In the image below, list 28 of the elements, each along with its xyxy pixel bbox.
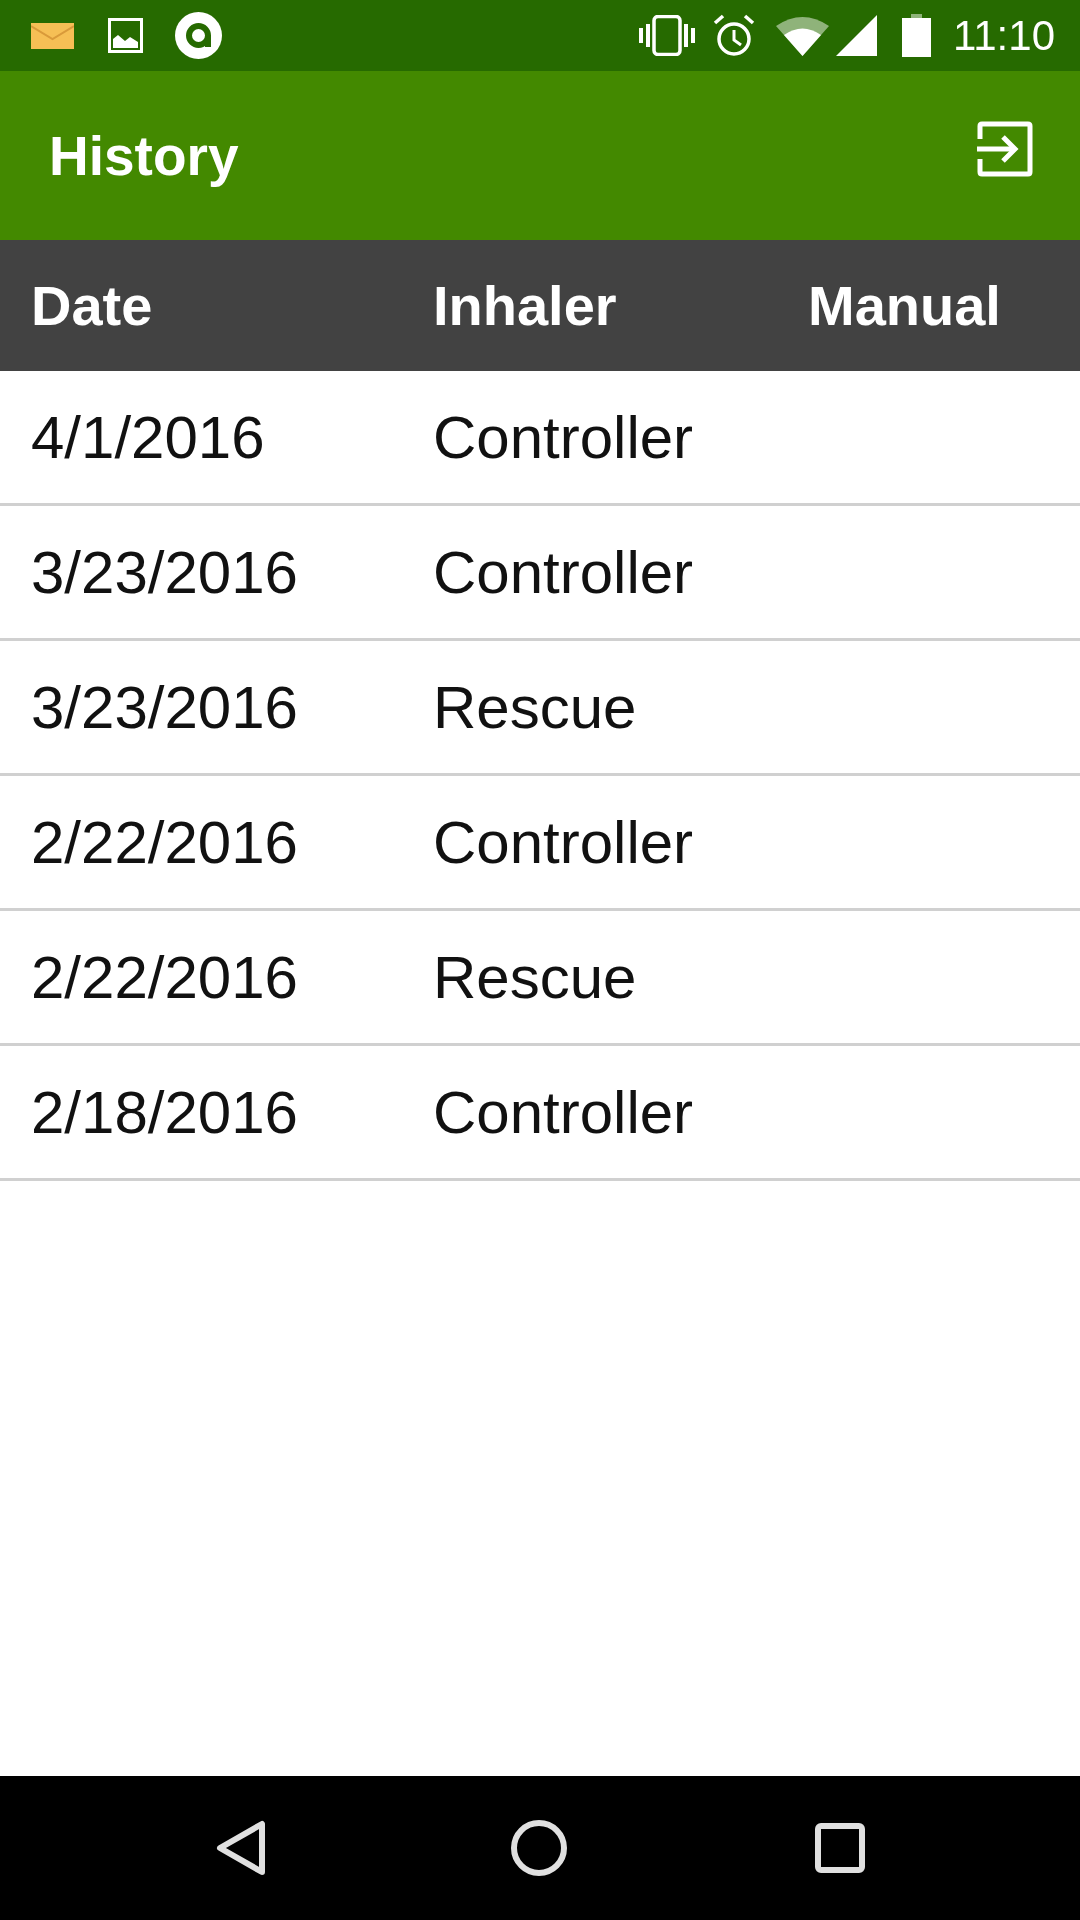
envelope-icon [31,22,74,49]
column-header: Manual [808,273,1001,338]
table-cell: 3/23/2016 [31,537,298,607]
column-header: Date [31,273,153,338]
battery-icon [902,14,931,57]
table-cell: 4/1/2016 [31,402,265,472]
table-cell: 3/23/2016 [31,672,298,742]
table-cell: 2/22/2016 [31,942,298,1012]
status-time: 11:10 [953,14,1055,57]
home-icon[interactable] [511,1820,567,1876]
back-icon[interactable] [215,1820,267,1876]
table-cell: Rescue [433,672,637,742]
table-cell: 2/22/2016 [31,807,298,877]
table-cell: 2/18/2016 [31,1077,298,1147]
image-icon [108,18,143,53]
table-cell: Controller [433,1077,694,1147]
table-cell: Controller [433,807,694,877]
circle-logo-icon [175,12,222,59]
wifi-icon [776,15,829,56]
table-cell: Controller [433,537,694,607]
column-header: Inhaler [433,273,617,338]
signal-icon [836,15,877,56]
table-cell: Rescue [433,942,637,1012]
vibrate-icon [639,15,695,56]
screen-title: History [49,123,239,188]
alarm-clock-icon [713,14,755,57]
recents-icon[interactable] [815,1823,865,1873]
table-cell: Controller [433,402,694,472]
